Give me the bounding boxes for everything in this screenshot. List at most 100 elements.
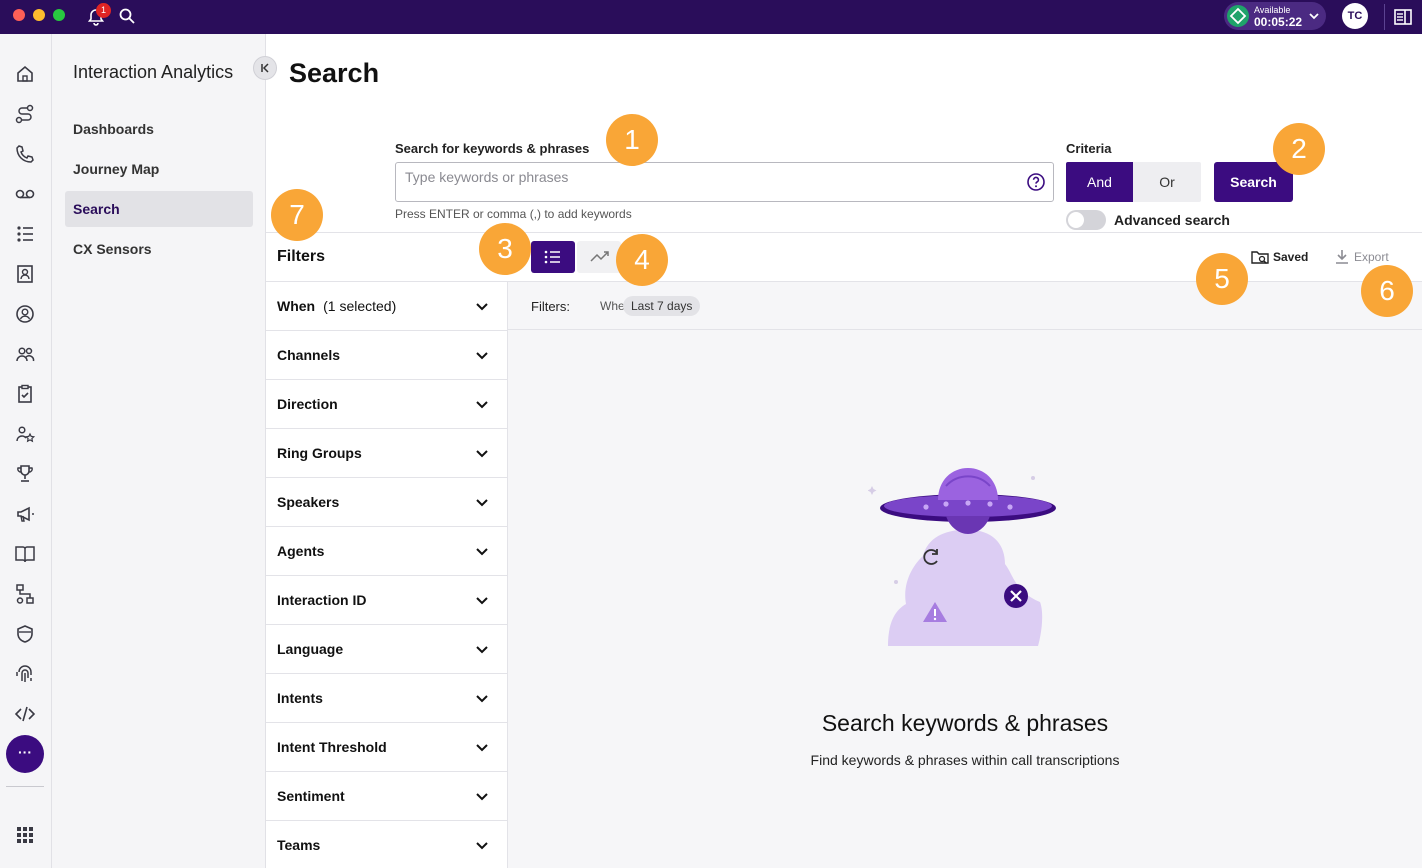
- chevron-down-icon: [476, 695, 488, 703]
- filter-label: Interaction ID: [277, 592, 366, 608]
- criteria-and-button[interactable]: And: [1066, 162, 1133, 202]
- filter-name: Sentiment: [277, 788, 345, 804]
- nav-item-cx-sensors[interactable]: CX Sensors: [65, 231, 253, 267]
- help-icon[interactable]: [1026, 172, 1046, 192]
- filter-name: Teams: [277, 837, 321, 853]
- fingerprint-icon[interactable]: [14, 663, 36, 685]
- callout-marker-2: 2: [1273, 123, 1325, 175]
- saved-searches-button[interactable]: Saved: [1250, 247, 1308, 269]
- chevron-down-icon: [476, 793, 488, 801]
- callout-marker-4: 4: [616, 234, 668, 286]
- download-icon: [1336, 250, 1348, 264]
- filter-label: Agents: [277, 543, 324, 559]
- toggle-knob: [1068, 212, 1084, 228]
- callout-marker-6: 6: [1361, 265, 1413, 317]
- applied-filters-bar: Filters: When Last 7 days: [508, 282, 1422, 330]
- keyword-search-input[interactable]: Type keywords or phrases: [395, 162, 1054, 202]
- filter-name: Direction: [277, 396, 338, 412]
- team-icon[interactable]: [14, 343, 36, 365]
- filter-label: Channels: [277, 347, 340, 363]
- advanced-search-label: Advanced search: [1114, 212, 1230, 228]
- filter-name: Ring Groups: [277, 445, 362, 461]
- divider: [1384, 4, 1385, 30]
- code-icon[interactable]: [14, 703, 36, 725]
- side-panel-icon[interactable]: [1393, 7, 1413, 27]
- chevron-down-icon: [476, 646, 488, 654]
- applied-filter-chip[interactable]: Last 7 days: [623, 296, 701, 316]
- filter-item-ring-groups[interactable]: Ring Groups: [266, 429, 507, 478]
- top-bar: 1 Available 00:05:22 TC: [0, 0, 1422, 34]
- chevron-down-icon: [1309, 13, 1319, 20]
- filter-label: Direction: [277, 396, 338, 412]
- megaphone-icon[interactable]: [14, 503, 36, 525]
- divider: [6, 786, 44, 787]
- trending-up-icon: [590, 251, 609, 262]
- filter-label: Speakers: [277, 494, 339, 510]
- trophy-icon[interactable]: [14, 463, 36, 485]
- filter-item-direction[interactable]: Direction: [266, 380, 507, 429]
- search-icon[interactable]: [118, 7, 136, 25]
- route-icon[interactable]: [14, 103, 36, 125]
- filter-item-speakers[interactable]: Speakers: [266, 478, 507, 527]
- collapse-sidebar-button[interactable]: [253, 56, 277, 80]
- filter-label: Language: [277, 641, 343, 657]
- filter-name: Interaction ID: [277, 592, 367, 608]
- trend-view-button[interactable]: [577, 241, 621, 273]
- export-button[interactable]: Export: [1333, 247, 1389, 269]
- contact-card-icon[interactable]: [14, 263, 36, 285]
- list-view-button[interactable]: [531, 241, 575, 273]
- shield-icon[interactable]: [14, 623, 36, 645]
- module-title: Interaction Analytics: [73, 62, 234, 82]
- agent-status-selector[interactable]: Available 00:05:22: [1224, 2, 1326, 30]
- filter-item-sentiment[interactable]: Sentiment: [266, 772, 507, 821]
- user-circle-icon[interactable]: [14, 303, 36, 325]
- chevron-down-icon: [476, 401, 488, 409]
- filter-item-agents[interactable]: Agents: [266, 527, 507, 576]
- ufo-illustration: [868, 468, 1056, 646]
- filter-item-intent-threshold[interactable]: Intent Threshold: [266, 723, 507, 772]
- list-icon[interactable]: [14, 223, 36, 245]
- window-minimize-button[interactable]: [33, 9, 45, 21]
- filter-item-intents[interactable]: Intents: [266, 674, 507, 723]
- clipboard-check-icon[interactable]: [14, 383, 36, 405]
- advanced-search-toggle[interactable]: [1066, 210, 1106, 230]
- window-close-button[interactable]: [13, 9, 25, 21]
- filter-label: Ring Groups: [277, 445, 362, 461]
- home-icon[interactable]: [14, 63, 36, 85]
- filter-item-interaction-id[interactable]: Interaction ID: [266, 576, 507, 625]
- saved-label: Saved: [1273, 250, 1309, 264]
- filter-label: Teams: [277, 837, 320, 853]
- results-toolbar: Filters Saved Export: [266, 232, 1422, 282]
- filter-name: Language: [277, 641, 344, 657]
- filter-item-teams[interactable]: Teams: [266, 821, 507, 868]
- window-zoom-button[interactable]: [53, 9, 65, 21]
- chevron-down-icon: [476, 744, 488, 752]
- secondary-nav: Interaction Analytics Dashboards Journey…: [52, 34, 277, 868]
- filter-label: Intents: [277, 690, 323, 706]
- user-star-icon[interactable]: [14, 423, 36, 445]
- filter-item-channels[interactable]: Channels: [266, 331, 507, 380]
- empty-state-subtitle: Find keywords & phrases within call tran…: [810, 752, 1120, 768]
- phone-icon[interactable]: [14, 143, 36, 165]
- page-title: Search: [289, 58, 380, 88]
- chevron-down-icon: [476, 548, 488, 556]
- nav-item-dashboards[interactable]: Dashboards: [65, 111, 253, 147]
- results-area: Filters: When Last 7 days Search keyword…: [508, 282, 1422, 868]
- filter-name: Intent Threshold: [277, 739, 387, 755]
- callout-marker-5: 5: [1196, 253, 1248, 305]
- voicemail-icon[interactable]: [14, 183, 36, 205]
- more-apps-button[interactable]: ···: [6, 735, 44, 773]
- nav-item-search[interactable]: Search: [65, 191, 253, 227]
- status-diamond-icon: [1227, 5, 1249, 27]
- nav-item-journey-map[interactable]: Journey Map: [65, 151, 253, 187]
- filter-name: Intents: [277, 690, 323, 706]
- book-icon[interactable]: [14, 543, 36, 565]
- filter-item-language[interactable]: Language: [266, 625, 507, 674]
- user-avatar[interactable]: TC: [1342, 3, 1368, 29]
- app-grid-icon[interactable]: [14, 824, 36, 846]
- workflow-icon[interactable]: [14, 583, 36, 605]
- filter-item-when[interactable]: When (1 selected): [266, 282, 507, 331]
- folder-search-icon: [1251, 251, 1269, 264]
- chevron-down-icon: [476, 597, 488, 605]
- criteria-or-button[interactable]: Or: [1133, 162, 1201, 202]
